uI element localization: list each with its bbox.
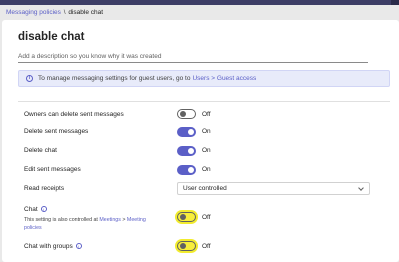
toggle-knob — [179, 214, 186, 220]
guest-info-banner: i To manage messaging settings for guest… — [18, 70, 390, 87]
policy-panel: disable chat Add a description so you kn… — [2, 20, 399, 262]
delete-chat-state: On — [202, 147, 211, 154]
chat-groups-state: Off — [202, 243, 211, 250]
read-receipts-value: User controlled — [183, 185, 227, 192]
chat-groups-label-row: Chat with groups i — [24, 243, 82, 250]
chat-label-row: Chat i — [24, 206, 47, 213]
delete-chat-toggle[interactable] — [177, 146, 196, 156]
owners-delete-toggle[interactable] — [177, 109, 196, 119]
toggle-knob — [188, 148, 194, 154]
breadcrumb-messaging-policies-link[interactable]: Messaging policies — [6, 9, 61, 16]
breadcrumb: Messaging policies \ disable chat — [6, 9, 103, 16]
chat-label: Chat — [24, 206, 38, 213]
owners-delete-state: Off — [202, 111, 211, 118]
read-receipts-label: Read receipts — [24, 185, 65, 192]
chat-note-line2: policies — [24, 224, 42, 232]
breadcrumb-separator: \ — [63, 9, 66, 16]
owners-delete-label: Owners can delete sent messages — [24, 111, 124, 118]
delete-sent-state: On — [202, 128, 211, 135]
description-input[interactable]: Add a description so you know why it was… — [18, 51, 368, 63]
breadcrumb-current: disable chat — [68, 9, 104, 16]
chat-groups-label: Chat with groups — [24, 243, 73, 250]
delete-chat-label: Delete chat — [24, 147, 57, 154]
read-receipts-dropdown[interactable]: User controlled — [177, 182, 370, 195]
chat-note: This setting is also controlled at Meeti… — [24, 216, 146, 224]
toggle-knob — [179, 243, 186, 249]
chat-groups-info-icon[interactable]: i — [75, 243, 82, 250]
edit-sent-state: On — [202, 166, 211, 173]
banner-guest-access-link[interactable]: Guest access — [217, 75, 256, 82]
edit-sent-toggle[interactable] — [177, 165, 196, 175]
delete-sent-label: Delete sent messages — [24, 128, 89, 135]
banner-text: To manage messaging settings for guest u… — [38, 75, 191, 82]
chat-info-icon[interactable]: i — [40, 206, 47, 213]
toggle-knob — [179, 111, 186, 117]
banner-arrow: > — [209, 75, 217, 82]
toggle-knob — [188, 129, 194, 135]
edit-sent-label: Edit sent messages — [24, 166, 81, 173]
banner-users-link[interactable]: Users — [192, 75, 209, 82]
top-bar — [0, 0, 399, 5]
delete-sent-toggle[interactable] — [177, 127, 196, 137]
page-title: disable chat — [18, 31, 85, 43]
chat-note-policies-link[interactable]: policies — [24, 225, 42, 231]
chat-toggle[interactable] — [177, 212, 196, 222]
chat-note-text: This setting is also controlled at — [24, 217, 100, 223]
toggle-knob — [188, 167, 194, 173]
chat-note-meeting-link[interactable]: Meeting — [127, 217, 146, 223]
chat-groups-toggle[interactable] — [177, 241, 196, 251]
top-bar-corner — [391, 0, 399, 5]
chat-state: Off — [202, 214, 211, 221]
info-icon: i — [26, 75, 33, 82]
chat-note-meetings-link[interactable]: Meetings — [99, 217, 121, 223]
chevron-down-icon — [358, 185, 364, 191]
